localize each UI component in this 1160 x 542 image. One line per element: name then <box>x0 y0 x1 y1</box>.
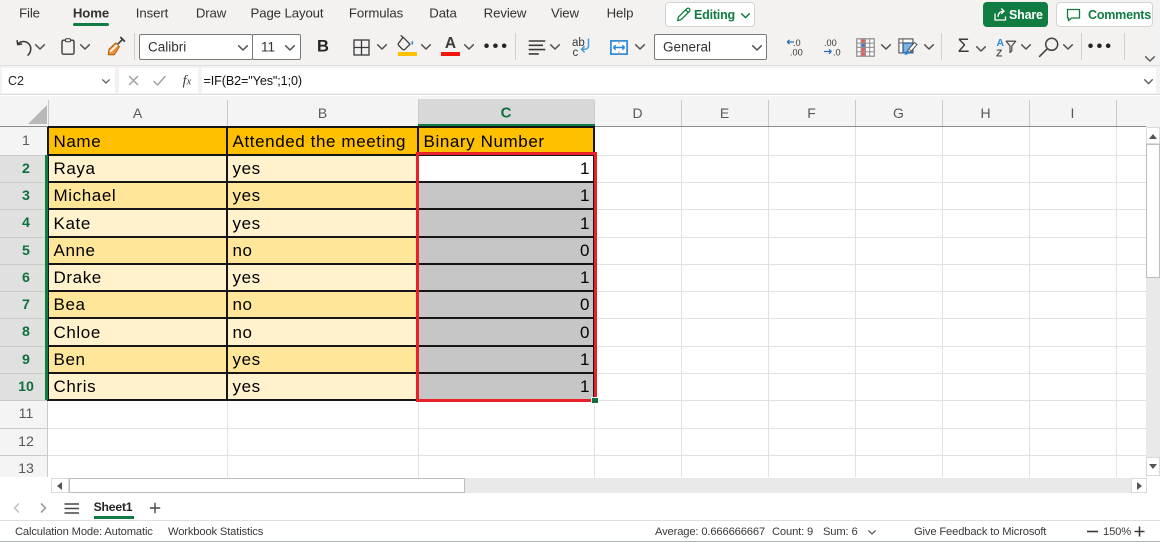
svg-text:.0: .0 <box>833 47 841 57</box>
svg-text:Z: Z <box>996 48 1003 60</box>
svg-text:.0: .0 <box>793 38 801 48</box>
svg-text:.00: .00 <box>824 38 837 48</box>
svg-text:c: c <box>573 47 579 59</box>
svg-text:.00: .00 <box>790 47 803 57</box>
